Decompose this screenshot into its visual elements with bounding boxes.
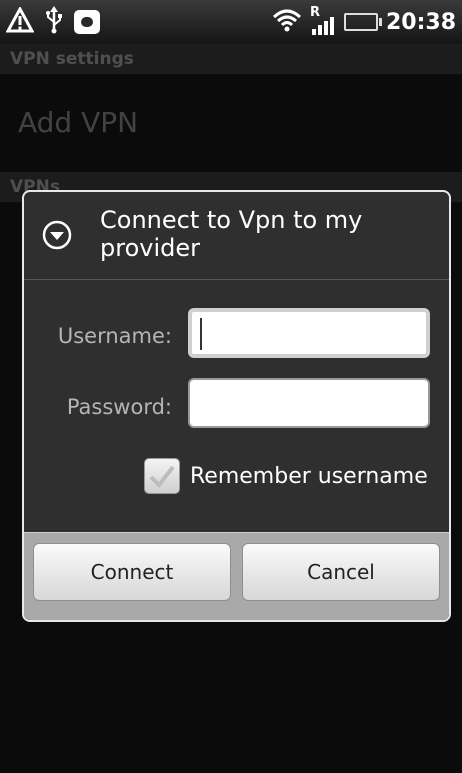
text-cursor <box>200 318 202 350</box>
dialog-title: Connect to Vpn to my provider <box>100 206 363 262</box>
checkmark-icon <box>145 465 179 497</box>
warning-icon <box>5 5 35 37</box>
remember-username-label[interactable]: Remember username <box>190 464 428 489</box>
battery-icon <box>343 13 382 31</box>
connect-button[interactable]: Connect <box>33 543 231 601</box>
clock: 20:38 <box>385 9 456 35</box>
remember-username-checkbox[interactable] <box>144 458 180 494</box>
username-label: Username: <box>57 324 172 348</box>
dialog-button-bar: Connect Cancel <box>24 532 449 620</box>
wifi-icon <box>272 8 302 36</box>
signal-icon: R <box>310 5 336 35</box>
password-label: Password: <box>66 395 172 419</box>
username-field[interactable] <box>188 308 430 358</box>
status-bar: R 20:38 <box>0 0 462 44</box>
usb-icon <box>44 6 64 38</box>
message-icon <box>74 10 100 34</box>
cancel-button[interactable]: Cancel <box>242 543 440 601</box>
connect-vpn-dialog: Connect to Vpn to my provider Username: … <box>22 190 451 622</box>
password-field[interactable] <box>188 378 430 428</box>
system-icons: R 20:38 <box>272 5 456 38</box>
notification-icons <box>5 5 100 38</box>
dropdown-circle-icon <box>42 220 72 250</box>
dialog-title-bar: Connect to Vpn to my provider <box>24 192 449 280</box>
